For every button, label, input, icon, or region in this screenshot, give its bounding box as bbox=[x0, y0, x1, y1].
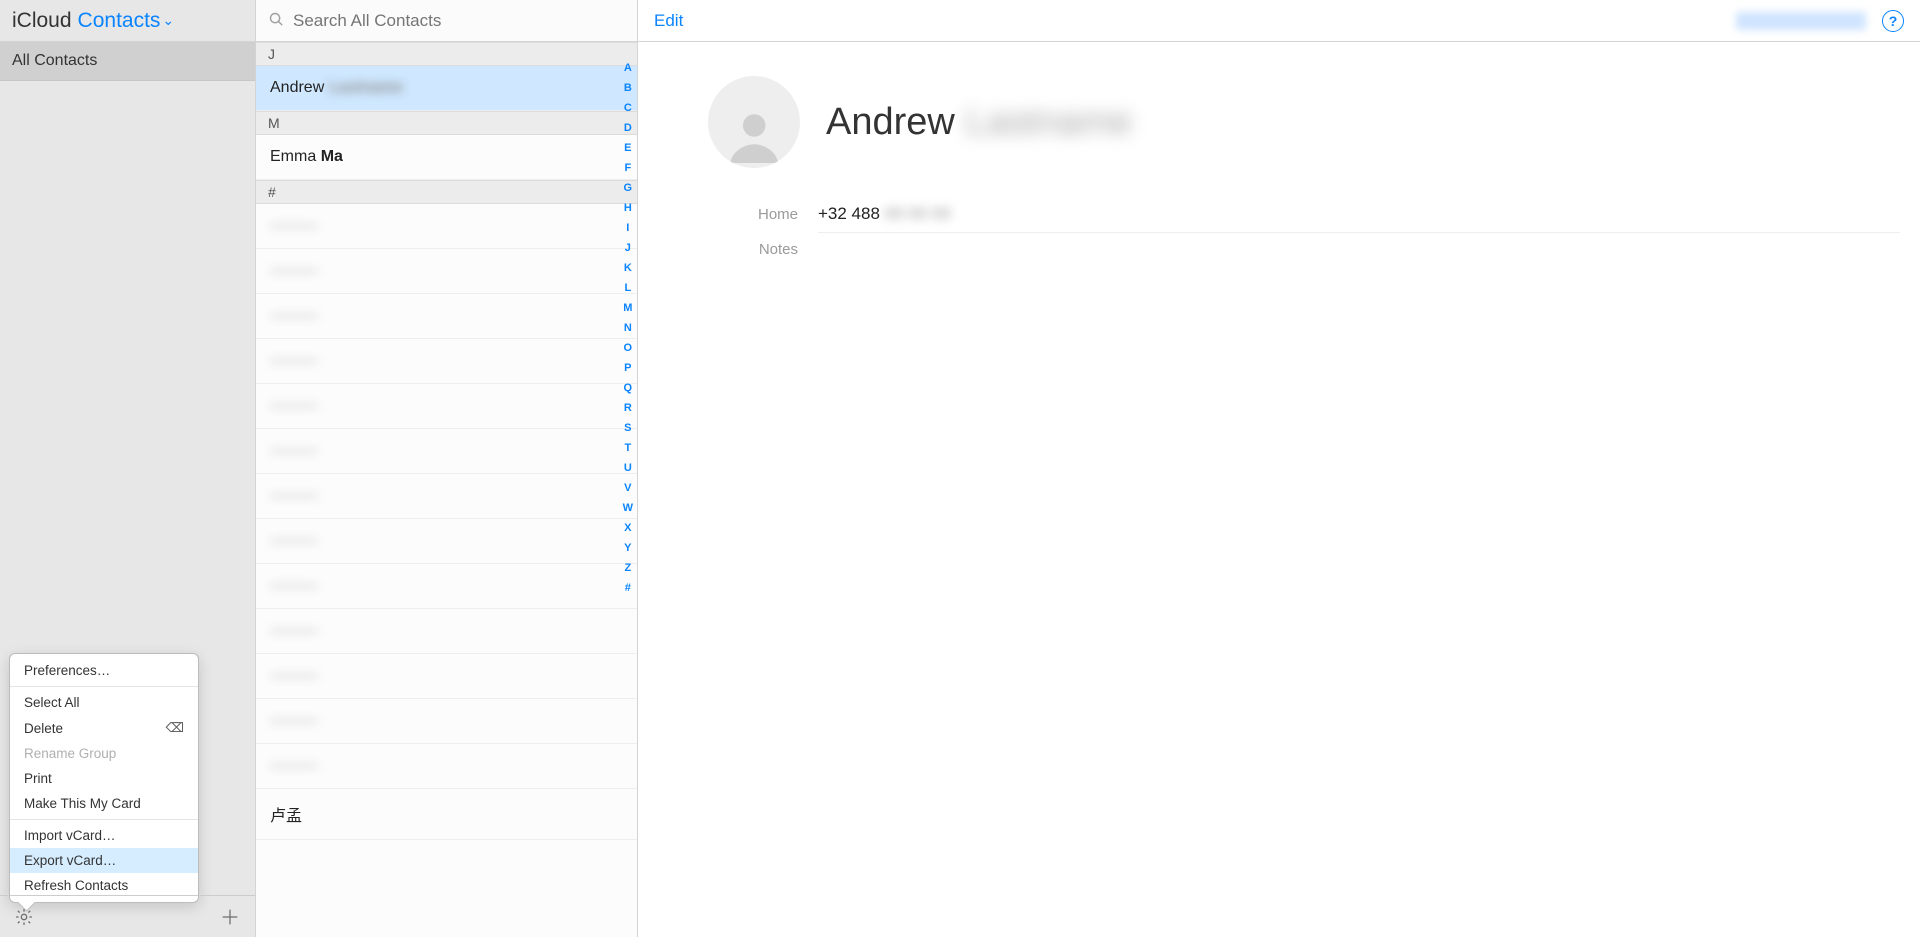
alpha-letter[interactable]: D bbox=[624, 120, 632, 137]
alpha-letter[interactable]: E bbox=[624, 140, 631, 157]
list-item[interactable]: ——— bbox=[256, 654, 637, 699]
top-actions: ? bbox=[1736, 10, 1904, 32]
contact-detail-pane: Edit ? Andrew Lastname Home +32 488 00 0… bbox=[638, 0, 1920, 937]
alpha-letter[interactable]: X bbox=[624, 520, 631, 537]
menu-separator bbox=[10, 686, 198, 687]
list-item[interactable]: 卢孟 bbox=[256, 789, 637, 840]
list-item[interactable]: Emma Ma bbox=[256, 135, 637, 180]
alpha-letter[interactable]: J bbox=[625, 240, 631, 257]
list-item[interactable]: ——— bbox=[256, 609, 637, 654]
alpha-letter[interactable]: U bbox=[624, 460, 632, 477]
list-item[interactable]: ——— bbox=[256, 474, 637, 519]
menu-select-all[interactable]: Select All bbox=[10, 690, 198, 715]
alpha-letter[interactable]: K bbox=[624, 260, 632, 277]
contact-name: Andrew Lastname bbox=[826, 101, 1132, 144]
account-label-redacted[interactable] bbox=[1736, 12, 1866, 30]
group-all-contacts[interactable]: All Contacts bbox=[0, 42, 255, 81]
list-item[interactable]: ——— bbox=[256, 384, 637, 429]
notes-row: Notes bbox=[708, 233, 1900, 266]
menu-make-my-card[interactable]: Make This My Card bbox=[10, 791, 198, 816]
first-name: Andrew bbox=[826, 101, 955, 143]
alpha-letter[interactable]: A bbox=[624, 60, 632, 77]
menu-print[interactable]: Print bbox=[10, 766, 198, 791]
list-item[interactable]: ——— bbox=[256, 294, 637, 339]
alpha-letter[interactable]: N bbox=[624, 320, 632, 337]
menu-rename-group: Rename Group bbox=[10, 741, 198, 766]
contact-fields: Home +32 488 00 00 00 Notes bbox=[638, 188, 1920, 274]
list-item[interactable]: ——— bbox=[256, 519, 637, 564]
alpha-letter[interactable]: R bbox=[624, 400, 632, 417]
list-item[interactable]: Andrew Lastname bbox=[256, 66, 637, 111]
alpha-letter[interactable]: W bbox=[623, 500, 633, 517]
phone-redacted: 00 00 00 bbox=[885, 204, 951, 223]
alpha-letter[interactable]: Q bbox=[624, 380, 633, 397]
gear-icon[interactable] bbox=[14, 907, 34, 927]
last-name-redacted: Lastname bbox=[965, 101, 1132, 143]
alpha-letter[interactable]: T bbox=[624, 440, 631, 457]
phone-row: Home +32 488 00 00 00 bbox=[708, 196, 1900, 232]
alpha-letter[interactable]: F bbox=[624, 160, 631, 177]
contact-card-header: Andrew Lastname bbox=[638, 42, 1920, 188]
section-header: # bbox=[256, 180, 637, 204]
sidebar-footer bbox=[0, 895, 255, 937]
brand-label: iCloud bbox=[12, 9, 72, 33]
list-item[interactable]: ——— bbox=[256, 204, 637, 249]
list-item[interactable]: ——— bbox=[256, 744, 637, 789]
alpha-letter[interactable]: H bbox=[624, 200, 632, 217]
alpha-letter[interactable]: Z bbox=[624, 560, 631, 577]
avatar bbox=[708, 76, 800, 168]
plus-icon[interactable] bbox=[219, 906, 241, 928]
alpha-letter[interactable]: O bbox=[624, 340, 633, 357]
alpha-letter[interactable]: B bbox=[624, 80, 632, 97]
alpha-letter[interactable]: C bbox=[624, 100, 632, 117]
section-header: M bbox=[256, 111, 637, 135]
menu-export-vcard[interactable]: Export vCard… bbox=[10, 848, 198, 873]
menu-separator bbox=[10, 819, 198, 820]
alpha-letter[interactable]: S bbox=[624, 420, 631, 437]
alpha-letter[interactable]: # bbox=[625, 580, 631, 597]
notes-label: Notes bbox=[708, 241, 798, 258]
section-dropdown[interactable]: Contacts ⌄ bbox=[78, 9, 175, 33]
alpha-letter[interactable]: P bbox=[624, 360, 631, 377]
contact-list-column: JAndrew LastnameMEmma Ma#———————————————… bbox=[256, 0, 638, 937]
alpha-letter[interactable]: V bbox=[624, 480, 631, 497]
alpha-index[interactable]: ABCDEFGHIJKLMNOPQRSTUVWXYZ # bbox=[623, 60, 633, 597]
alpha-letter[interactable]: I bbox=[626, 220, 629, 237]
search-row bbox=[256, 0, 637, 42]
detail-header: Edit ? bbox=[638, 0, 1920, 42]
contact-list[interactable]: JAndrew LastnameMEmma Ma#———————————————… bbox=[256, 42, 637, 937]
edit-button[interactable]: Edit bbox=[654, 11, 683, 31]
groups-sidebar: iCloud Contacts ⌄ All Contacts Preferenc… bbox=[0, 0, 256, 937]
list-item[interactable]: ——— bbox=[256, 339, 637, 384]
phone-prefix: +32 488 bbox=[818, 204, 880, 223]
settings-menu: Preferences… Select All Delete ⌫ Rename … bbox=[9, 653, 199, 903]
menu-import-vcard[interactable]: Import vCard… bbox=[10, 823, 198, 848]
menu-preferences[interactable]: Preferences… bbox=[10, 658, 198, 683]
search-input[interactable] bbox=[293, 11, 625, 31]
help-icon[interactable]: ? bbox=[1882, 10, 1904, 32]
alpha-letter[interactable]: L bbox=[624, 280, 631, 297]
phone-value: +32 488 00 00 00 bbox=[818, 204, 951, 224]
phone-label: Home bbox=[708, 206, 798, 223]
list-item[interactable]: ——— bbox=[256, 429, 637, 474]
search-icon bbox=[268, 11, 285, 31]
list-item[interactable]: ——— bbox=[256, 564, 637, 609]
list-item[interactable]: ——— bbox=[256, 699, 637, 744]
section-header: J bbox=[256, 42, 637, 66]
backspace-icon: ⌫ bbox=[166, 720, 184, 736]
chevron-down-icon: ⌄ bbox=[162, 12, 174, 29]
alpha-letter[interactable]: Y bbox=[624, 540, 631, 557]
alpha-letter[interactable]: G bbox=[624, 180, 633, 197]
section-label: Contacts bbox=[78, 9, 161, 33]
app-header: iCloud Contacts ⌄ bbox=[0, 0, 255, 42]
alpha-letter[interactable]: M bbox=[623, 300, 632, 317]
menu-delete[interactable]: Delete ⌫ bbox=[10, 715, 198, 741]
list-item[interactable]: ——— bbox=[256, 249, 637, 294]
menu-delete-label: Delete bbox=[24, 721, 63, 736]
